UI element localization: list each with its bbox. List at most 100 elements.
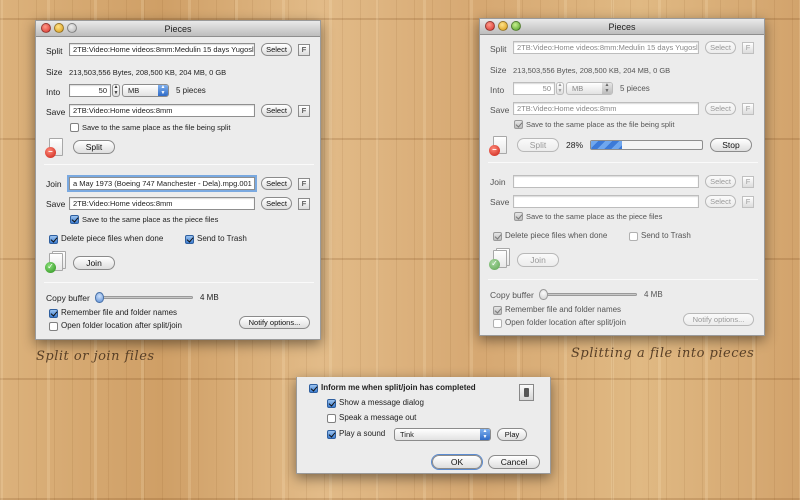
play-sound-button[interactable]: Play xyxy=(497,428,527,441)
join-select-button[interactable]: Select xyxy=(705,175,736,188)
popup-arrows-icon: ▲ ▼ xyxy=(158,84,168,96)
minimize-window-button-right[interactable] xyxy=(498,21,508,31)
split-finder-button[interactable]: F xyxy=(742,42,754,54)
join-save-finder-button[interactable]: F xyxy=(742,196,754,208)
send-trash-label: Send to Trash xyxy=(641,231,691,240)
unit-popup-value: MB xyxy=(128,86,140,95)
save-same-place-label: Save to the same place as the file being… xyxy=(82,123,231,132)
save-same-place-checkbox[interactable] xyxy=(70,123,79,132)
section-divider xyxy=(488,162,758,163)
join-same-place-checkbox[interactable] xyxy=(70,215,79,224)
copy-buffer-slider-knob[interactable] xyxy=(539,289,548,300)
cancel-button[interactable]: Cancel xyxy=(488,455,540,469)
save-finder-button[interactable]: F xyxy=(298,105,310,117)
inform-checkbox[interactable] xyxy=(309,384,318,393)
progress-percent: 28% xyxy=(566,140,584,150)
size-value: 213,503,556 Bytes, 208,500 KB, 204 MB, 0… xyxy=(513,66,671,75)
join-save-path-field[interactable]: 2TB:Video:Home videos:8mm xyxy=(69,197,255,210)
minimize-window-button[interactable] xyxy=(54,23,64,33)
save-label: Save xyxy=(490,105,510,115)
speaker-icon xyxy=(519,384,534,401)
join-path-field[interactable] xyxy=(513,175,699,188)
caption-splitting-file: Splitting a file into pieces xyxy=(571,346,755,361)
copy-buffer-slider-knob[interactable] xyxy=(95,292,104,303)
join-save-label: Save xyxy=(490,197,510,207)
play-sound-checkbox[interactable] xyxy=(327,430,336,439)
close-window-button[interactable] xyxy=(41,23,51,33)
remember-names-checkbox[interactable] xyxy=(493,306,502,315)
into-label: Into xyxy=(46,87,61,97)
copy-buffer-slider-track[interactable] xyxy=(542,293,637,296)
join-label: Join xyxy=(490,177,506,187)
notify-options-button[interactable]: Notify options... xyxy=(239,316,310,329)
popup-arrows-icon: ▲ ▼ xyxy=(480,428,490,440)
show-dialog-checkbox[interactable] xyxy=(327,399,336,408)
stop-button[interactable]: Stop xyxy=(710,138,752,152)
split-button[interactable]: Split xyxy=(517,138,559,152)
unit-popup[interactable]: MB ▲ ▼ xyxy=(566,82,613,95)
split-progress-bar xyxy=(590,140,703,150)
section-divider-2 xyxy=(488,279,758,280)
notify-options-button[interactable]: Notify options... xyxy=(683,313,754,326)
send-trash-checkbox[interactable] xyxy=(185,235,194,244)
join-save-select-button[interactable]: Select xyxy=(705,195,736,208)
remember-names-checkbox[interactable] xyxy=(49,309,58,318)
copy-buffer-slider-track[interactable] xyxy=(98,296,193,299)
close-window-button-right[interactable] xyxy=(485,21,495,31)
unit-popup[interactable]: MB ▲ ▼ xyxy=(122,84,169,97)
window-titlebar-right: Pieces xyxy=(480,19,764,35)
join-select-button[interactable]: Select xyxy=(261,177,292,190)
zoom-window-button[interactable] xyxy=(67,23,77,33)
split-label: Split xyxy=(490,44,507,54)
window-title-right: Pieces xyxy=(608,22,636,32)
into-value-field[interactable]: 50 xyxy=(513,82,555,95)
delete-pieces-checkbox[interactable] xyxy=(49,235,58,244)
join-finder-button[interactable]: F xyxy=(298,178,310,190)
save-select-button[interactable]: Select xyxy=(705,102,736,115)
into-value-field[interactable]: 50 xyxy=(69,84,111,97)
join-finder-button[interactable]: F xyxy=(742,176,754,188)
save-same-place-checkbox[interactable] xyxy=(514,120,523,129)
delete-pieces-checkbox[interactable] xyxy=(493,232,502,241)
stop-badge-icon: – xyxy=(45,147,56,158)
popup-arrows-icon: ▲ ▼ xyxy=(602,82,612,94)
join-save-path-field[interactable] xyxy=(513,195,699,208)
show-dialog-label: Show a message dialog xyxy=(339,398,424,407)
join-same-place-label: Save to the same place as the piece file… xyxy=(526,212,663,221)
pieces-count: 5 pieces xyxy=(176,86,206,95)
join-path-field[interactable]: a May 1973 (Boeing 747 Manchester - Dela… xyxy=(69,177,255,190)
copy-buffer-value: 4 MB xyxy=(644,290,663,299)
join-same-place-checkbox[interactable] xyxy=(514,212,523,221)
join-save-finder-button[interactable]: F xyxy=(298,198,310,210)
split-select-button[interactable]: Select xyxy=(705,41,736,54)
join-button[interactable]: Join xyxy=(517,253,559,267)
ok-button[interactable]: OK xyxy=(432,455,482,469)
zoom-window-button-right[interactable] xyxy=(511,21,521,31)
join-save-label: Save xyxy=(46,199,66,209)
save-finder-button[interactable]: F xyxy=(742,103,754,115)
copy-buffer-label: Copy buffer xyxy=(46,293,90,303)
save-select-button[interactable]: Select xyxy=(261,104,292,117)
split-path-field[interactable]: 2TB:Video:Home videos:8mm:Medulin 15 day… xyxy=(69,43,255,56)
size-label: Size xyxy=(46,67,63,77)
open-folder-checkbox[interactable] xyxy=(49,322,58,331)
split-path-field[interactable]: 2TB:Video:Home videos:8mm:Medulin 15 day… xyxy=(513,41,699,54)
into-stepper[interactable]: ▲ ▼ xyxy=(556,82,564,95)
save-path-field[interactable]: 2TB:Video:Home videos:8mm xyxy=(513,102,699,115)
notify-options-dialog: Inform me when split/join has completed … xyxy=(296,377,551,474)
into-stepper[interactable]: ▲ ▼ xyxy=(112,84,120,97)
send-trash-checkbox[interactable] xyxy=(629,232,638,241)
split-finder-button[interactable]: F xyxy=(298,44,310,56)
split-select-button[interactable]: Select xyxy=(261,43,292,56)
open-folder-checkbox[interactable] xyxy=(493,319,502,328)
join-save-select-button[interactable]: Select xyxy=(261,197,292,210)
speak-checkbox[interactable] xyxy=(327,414,336,423)
sound-popup[interactable]: Tink ▲ ▼ xyxy=(394,428,491,441)
window-titlebar: Pieces xyxy=(36,21,320,37)
split-button[interactable]: Split xyxy=(73,140,115,154)
check-badge-icon: ✓ xyxy=(489,259,500,270)
size-value: 213,503,556 Bytes, 208,500 KB, 204 MB, 0… xyxy=(69,68,227,77)
save-path-field[interactable]: 2TB:Video:Home videos:8mm xyxy=(69,104,255,117)
join-button[interactable]: Join xyxy=(73,256,115,270)
remember-names-label: Remember file and folder names xyxy=(61,308,178,317)
